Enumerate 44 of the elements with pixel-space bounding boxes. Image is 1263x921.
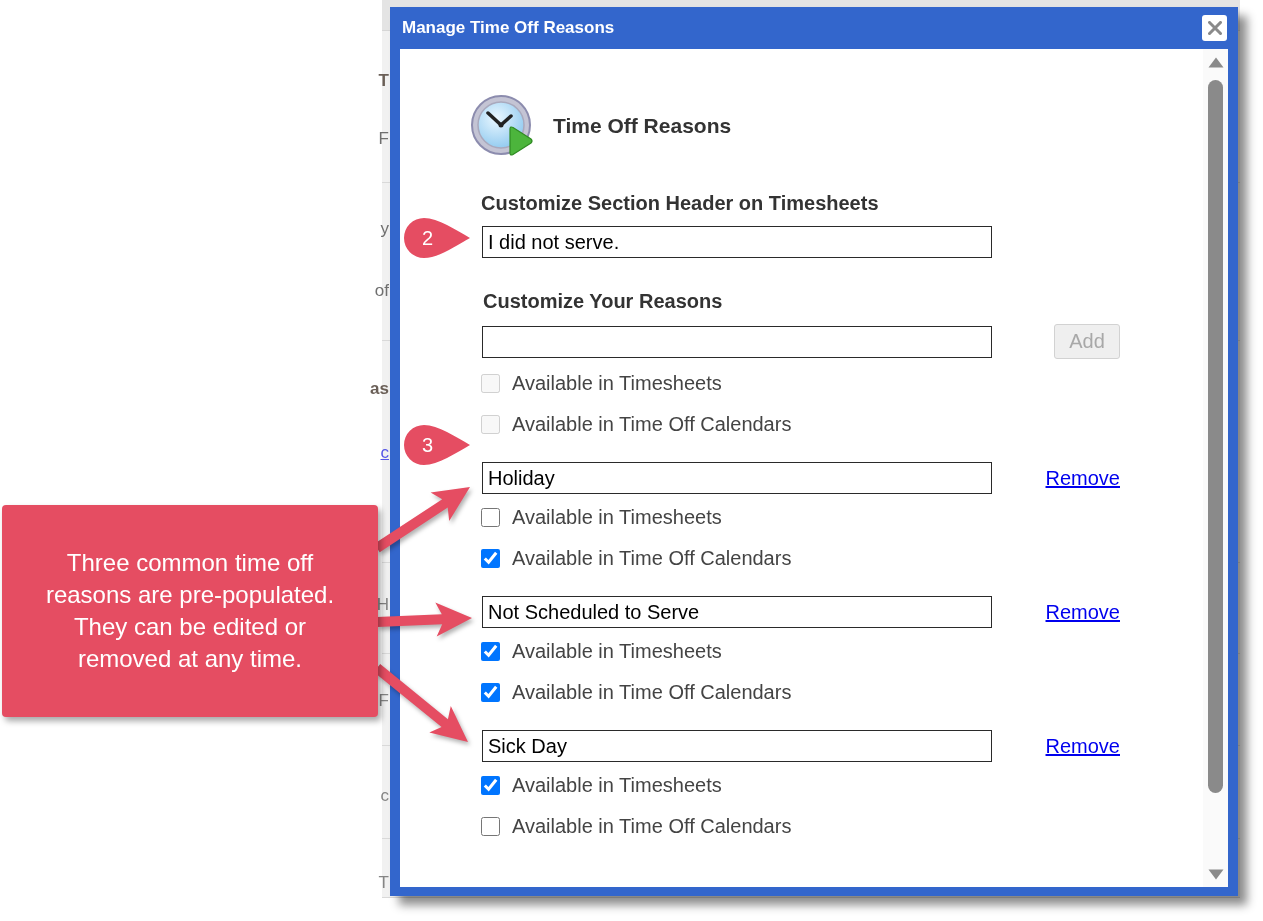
remove-link[interactable]: Remove bbox=[1045, 600, 1120, 624]
checkbox[interactable] bbox=[481, 549, 500, 568]
callout-note: Three common time off reasons are pre-populated. They can be edited or removed at any time. bbox=[2, 505, 378, 717]
checkbox[interactable] bbox=[481, 508, 500, 527]
close-button[interactable] bbox=[1202, 15, 1227, 41]
checkbox-label: Available in Timesheets bbox=[512, 372, 722, 395]
scrollbar-thumb[interactable] bbox=[1208, 80, 1223, 793]
text-fragment: of bbox=[374, 281, 389, 301]
scroll-up-icon[interactable] bbox=[1207, 57, 1224, 68]
section-heading: Time Off Reasons bbox=[553, 114, 732, 138]
checkbox-label: Available in Timesheets bbox=[512, 640, 722, 663]
checkbox-label: Available in Time Off Calendars bbox=[512, 413, 792, 436]
checkbox-label: Available in Timesheets bbox=[512, 506, 722, 529]
checkbox[interactable] bbox=[481, 683, 500, 702]
text-fragment: c bbox=[380, 443, 389, 463]
text-fragment: T bbox=[378, 71, 389, 91]
checkbox[interactable] bbox=[481, 776, 500, 795]
text-field[interactable]: I did not serve. bbox=[482, 226, 992, 258]
text-fragment: c bbox=[380, 786, 389, 806]
clock-play-icon bbox=[470, 95, 534, 157]
checkbox[interactable] bbox=[481, 817, 500, 836]
checkbox-label: Available in Time Off Calendars bbox=[512, 681, 792, 704]
text-fragment: F bbox=[378, 129, 389, 149]
scrollbar[interactable] bbox=[1203, 49, 1228, 887]
dialog-title: Manage Time Off Reasons bbox=[402, 18, 615, 38]
text-field[interactable] bbox=[482, 325, 992, 358]
text-fragment: H bbox=[376, 595, 389, 615]
text-field[interactable]: Holiday bbox=[482, 462, 992, 494]
text-field[interactable]: Sick Day bbox=[482, 730, 992, 762]
checkbox-label: Available in Timesheets bbox=[512, 774, 722, 797]
checkbox[interactable] bbox=[481, 642, 500, 661]
remove-link[interactable]: Remove bbox=[1045, 466, 1120, 490]
text-fragment: T bbox=[378, 873, 389, 893]
field-label: Customize Your Reasons bbox=[483, 289, 723, 313]
close-icon bbox=[1207, 21, 1222, 35]
text-field[interactable]: Not Scheduled to Serve bbox=[482, 596, 992, 628]
checkbox-label: Available in Time Off Calendars bbox=[512, 815, 792, 838]
text-fragment: y bbox=[380, 219, 389, 239]
checkbox-label: Available in Time Off Calendars bbox=[512, 547, 792, 570]
text-fragment: as bbox=[370, 379, 389, 399]
scroll-down-icon[interactable] bbox=[1207, 869, 1224, 880]
remove-link[interactable]: Remove bbox=[1045, 734, 1120, 758]
field-label: Customize Section Header on Timesheets bbox=[481, 191, 879, 215]
text-fragment: F bbox=[378, 691, 389, 711]
